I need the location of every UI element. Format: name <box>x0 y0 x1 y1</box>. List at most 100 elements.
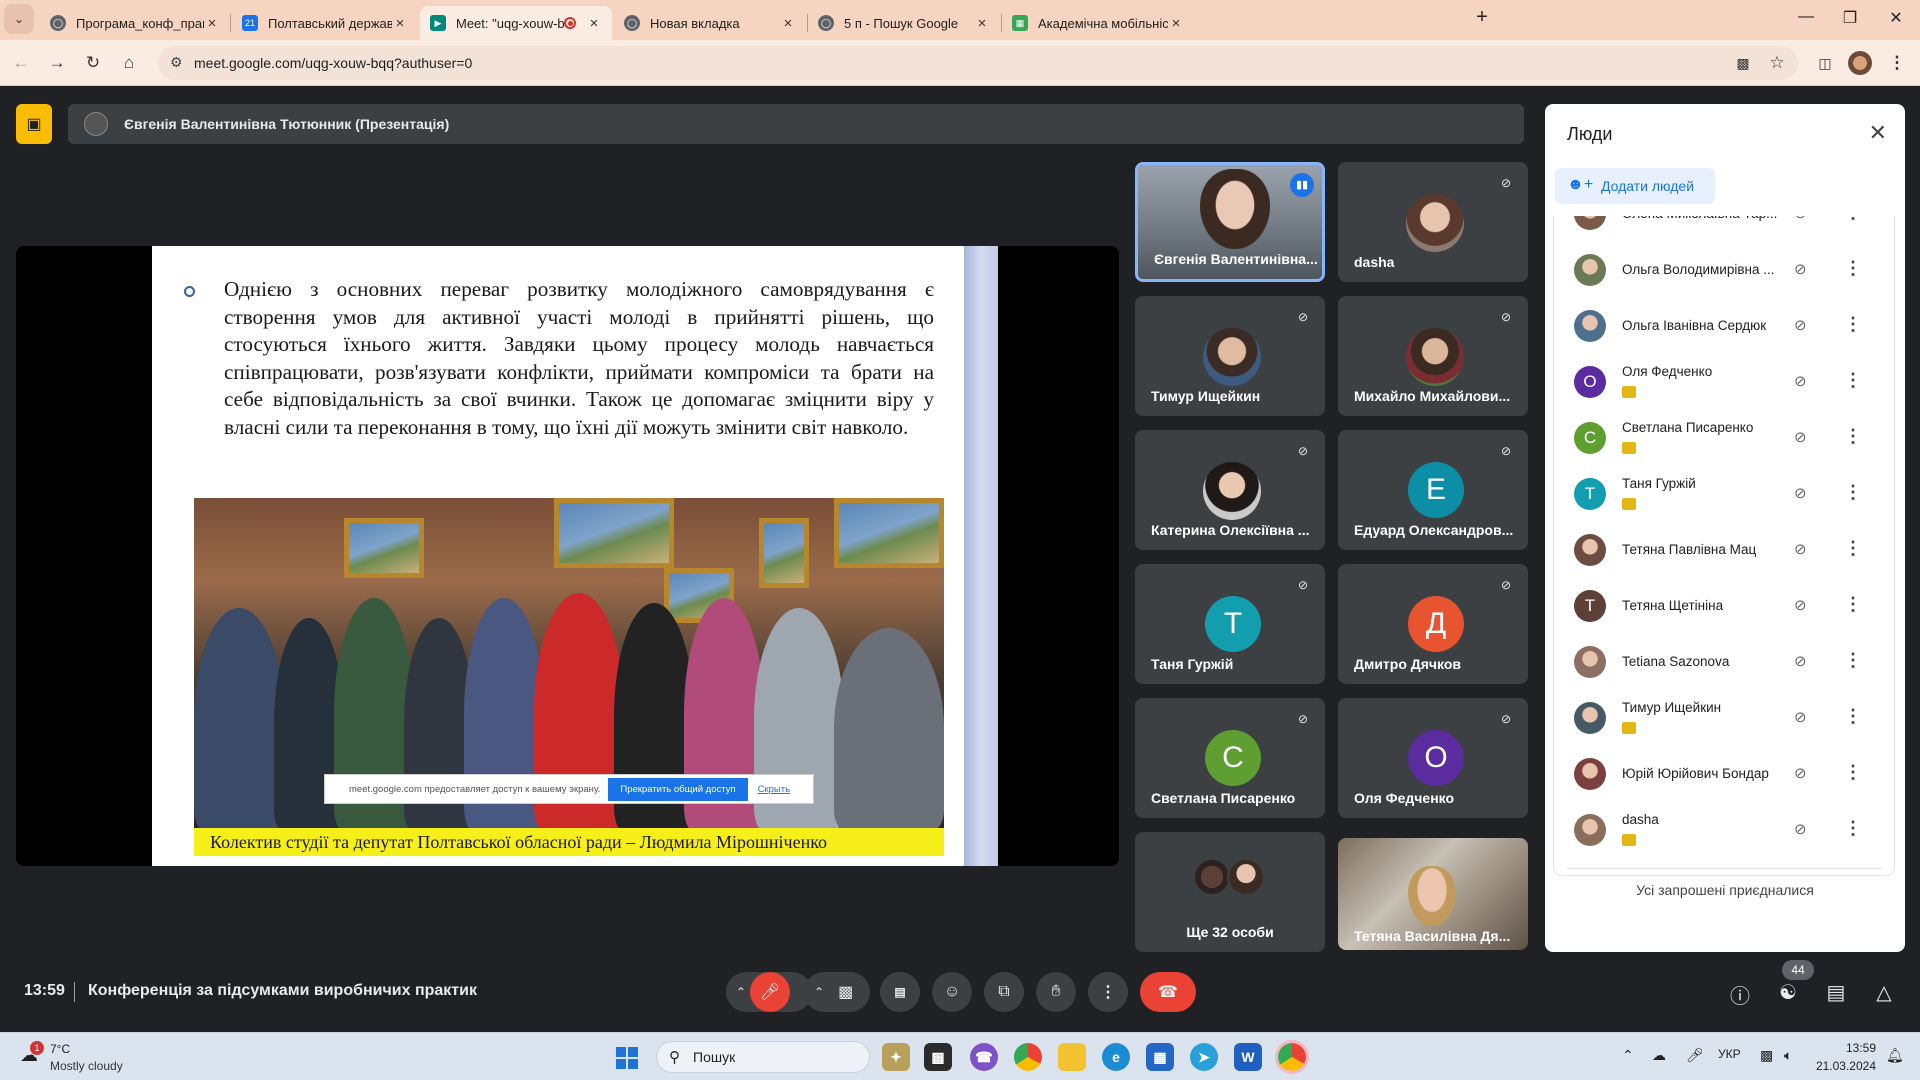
camera-in-use-icon[interactable]: ▩ <box>1730 50 1756 76</box>
telegram-icon[interactable]: ➤ <box>1190 1043 1218 1071</box>
restore-icon[interactable]: ❐ <box>1830 8 1870 28</box>
taskbar-search[interactable]: ⚲ Пошук <box>656 1041 870 1073</box>
meeting-details-icon[interactable]: ⓘ <box>1726 980 1754 1008</box>
hide-banner-link[interactable]: Скрыть <box>758 784 790 795</box>
participant-tile[interactable]: Д ⊘ Дмитро Дячков <box>1338 564 1528 684</box>
participant-row[interactable]: Т Тетяна Щетініна ⊘ ⋮ <box>1554 578 1894 634</box>
chrome-menu-icon[interactable]: ⋮ <box>1884 50 1910 76</box>
file-manager-icon[interactable]: ▩ <box>924 1043 952 1071</box>
participant-row[interactable]: Ольга Іванівна Сердюк ⊘ ⋮ <box>1554 298 1894 354</box>
participant-tile[interactable]: Т ⊘ Таня Гуржій <box>1135 564 1325 684</box>
close-tab-icon[interactable]: × <box>780 15 796 32</box>
participant-row[interactable]: Олена Миколаївна Тар...⊘ ⋮ <box>1554 216 1894 242</box>
mic-off-icon[interactable]: ⊘ <box>1794 316 1807 334</box>
mic-off-icon[interactable]: ⊘ <box>1794 540 1807 558</box>
system-date[interactable]: 21.03.2024 <box>1806 1059 1876 1073</box>
bookmark-star-icon[interactable]: ☆ <box>1764 50 1790 76</box>
forward-icon[interactable]: → <box>44 50 70 76</box>
participant-row[interactable]: Тетяна Павлівна Мац ⊘ ⋮ <box>1554 522 1894 578</box>
chrome-icon[interactable] <box>1014 1043 1042 1071</box>
close-tab-icon[interactable]: × <box>586 15 602 32</box>
input-language[interactable]: УКР <box>1718 1047 1741 1061</box>
participant-row[interactable]: dasha ⊘ ⋮ <box>1554 802 1894 858</box>
mic-off-icon[interactable]: ⊘ <box>1794 216 1807 222</box>
mic-off-icon[interactable]: ⊘ <box>1794 372 1807 390</box>
more-vert-icon[interactable]: ⋮ <box>1844 818 1862 839</box>
more-vert-icon[interactable]: ⋮ <box>1844 762 1862 783</box>
more-vert-icon[interactable]: ⋮ <box>1844 594 1862 615</box>
close-window-icon[interactable]: ✕ <box>1876 8 1916 28</box>
new-tab-plus-icon[interactable]: + <box>1468 6 1496 29</box>
mic-off-icon[interactable]: ⊘ <box>1794 708 1807 726</box>
more-participants-tile[interactable]: Ще 32 особи <box>1135 832 1325 952</box>
more-options-button[interactable]: ⋮ <box>1088 972 1128 1012</box>
reactions-button[interactable]: ☺ <box>932 972 972 1012</box>
system-time[interactable]: 13:59 <box>1806 1041 1876 1055</box>
participant-list[interactable]: Олена Миколаївна Тар...⊘⋮Ольга Володимир… <box>1553 216 1895 876</box>
tab-academic-mobility[interactable]: ▦ Академічна мобільність | Пол × <box>1002 6 1194 40</box>
more-vert-icon[interactable]: ⋮ <box>1844 258 1862 279</box>
reload-icon[interactable]: ↻ <box>80 50 106 76</box>
people-icon[interactable]: ☯ <box>1774 980 1802 1008</box>
participant-row[interactable]: Tetiana Sazonova ⊘ ⋮ <box>1554 634 1894 690</box>
participant-tile[interactable]: ▮▮ Євгенія Валентинівна... <box>1135 162 1325 282</box>
participant-tile[interactable]: Е ⊘ Едуард Олександров... <box>1338 430 1528 550</box>
tray-chevron-icon[interactable]: ⌃ <box>1622 1047 1634 1064</box>
viber-icon[interactable]: ☎︎ <box>970 1043 998 1071</box>
close-tab-icon[interactable]: × <box>392 15 408 32</box>
mic-off-icon[interactable]: ⊘ <box>1794 652 1807 670</box>
notifications-icon[interactable]: 🔔︎ <box>1886 1047 1904 1064</box>
mic-off-icon[interactable]: ⊘ <box>1794 260 1807 278</box>
weather-temperature[interactable]: 7°C <box>50 1042 70 1056</box>
participant-tile[interactable]: ⊘ Михайло Михайлови... <box>1338 296 1528 416</box>
back-icon[interactable]: ← <box>8 50 34 76</box>
tab-new-tab[interactable]: ◯ Новая вкладка × <box>614 6 806 40</box>
participant-row[interactable]: Т Таня Гуржій ⊘ ⋮ <box>1554 466 1894 522</box>
mic-toggle-button[interactable]: 🎤︎ <box>750 972 790 1012</box>
store-icon[interactable]: ▦ <box>1146 1043 1174 1071</box>
tab-search-chevron-icon[interactable]: ⌄ <box>4 4 34 34</box>
close-tab-icon[interactable]: × <box>974 15 990 32</box>
participant-row[interactable]: О Оля Федченко ⊘ ⋮ <box>1554 354 1894 410</box>
volume-icon[interactable]: 🔈︎ <box>1784 1047 1792 1064</box>
stop-sharing-button[interactable]: Прекратить общий доступ <box>608 777 748 801</box>
chat-icon[interactable]: ▤ <box>1822 980 1850 1008</box>
tab-google-search[interactable]: ◯ 5 п - Пошук Google × <box>808 6 1000 40</box>
captions-button[interactable]: ▤ <box>880 972 920 1012</box>
tab-poltava-university[interactable]: 21 Полтавський державний аграр × <box>232 6 418 40</box>
add-people-button[interactable]: ☻+ Додати людей <box>1555 168 1715 204</box>
participant-tile[interactable]: С ⊘ Светлана Писаренко <box>1135 698 1325 818</box>
mic-off-icon[interactable]: ⊘ <box>1794 484 1807 502</box>
participant-row[interactable]: Юрій Юрійович Бондар ⊘ ⋮ <box>1554 746 1894 802</box>
participant-row[interactable]: С Светлана Писаренко ⊘ ⋮ <box>1554 410 1894 466</box>
participant-row[interactable]: Тимур Ищейкин ⊘ ⋮ <box>1554 690 1894 746</box>
more-vert-icon[interactable]: ⋮ <box>1844 370 1862 391</box>
windows-start-icon[interactable] <box>616 1047 638 1069</box>
mic-off-icon[interactable]: ⊘ <box>1794 428 1807 446</box>
display-icon[interactable]: ▩ <box>1760 1047 1773 1064</box>
chrome-profile-icon[interactable] <box>1275 1040 1309 1074</box>
address-bar[interactable]: ⚙ meet.google.com/uqg-xouw-bqq?authuser=… <box>158 46 1798 80</box>
site-info-icon[interactable]: ⚙ <box>170 54 183 71</box>
tab-meet[interactable]: ▶ Meet: "uqg-xouw-bqq" × <box>420 6 612 40</box>
participant-tile[interactable]: ⊘ Катерина Олексіївна ... <box>1135 430 1325 550</box>
microphone-icon[interactable]: 🎤︎ <box>1686 1047 1704 1064</box>
close-tab-icon[interactable]: × <box>1168 15 1184 32</box>
activities-icon[interactable]: △ <box>1870 980 1898 1008</box>
folder-icon[interactable] <box>1058 1043 1086 1071</box>
side-panel-icon[interactable]: ◫ <box>1812 50 1838 76</box>
onedrive-icon[interactable]: ☁ <box>1652 1047 1666 1064</box>
more-vert-icon[interactable]: ⋮ <box>1844 650 1862 671</box>
more-vert-icon[interactable]: ⋮ <box>1844 216 1862 223</box>
weather-description[interactable]: Mostly cloudy <box>50 1059 123 1073</box>
edge-icon[interactable]: e <box>1102 1043 1130 1071</box>
more-vert-icon[interactable]: ⋮ <box>1844 706 1862 727</box>
tab-program[interactable]: ◯ Програма_конф_практ_2024.p × <box>40 6 230 40</box>
home-icon[interactable]: ⌂ <box>116 50 142 76</box>
mic-off-icon[interactable]: ⊘ <box>1794 764 1807 782</box>
participant-tile[interactable]: ⊘ Тимур Ищейкин <box>1135 296 1325 416</box>
close-icon[interactable]: ✕ <box>1869 120 1887 146</box>
close-tab-icon[interactable]: × <box>204 15 220 32</box>
mic-off-icon[interactable]: ⊘ <box>1794 820 1807 838</box>
participant-tile[interactable]: О ⊘ Оля Федченко <box>1338 698 1528 818</box>
